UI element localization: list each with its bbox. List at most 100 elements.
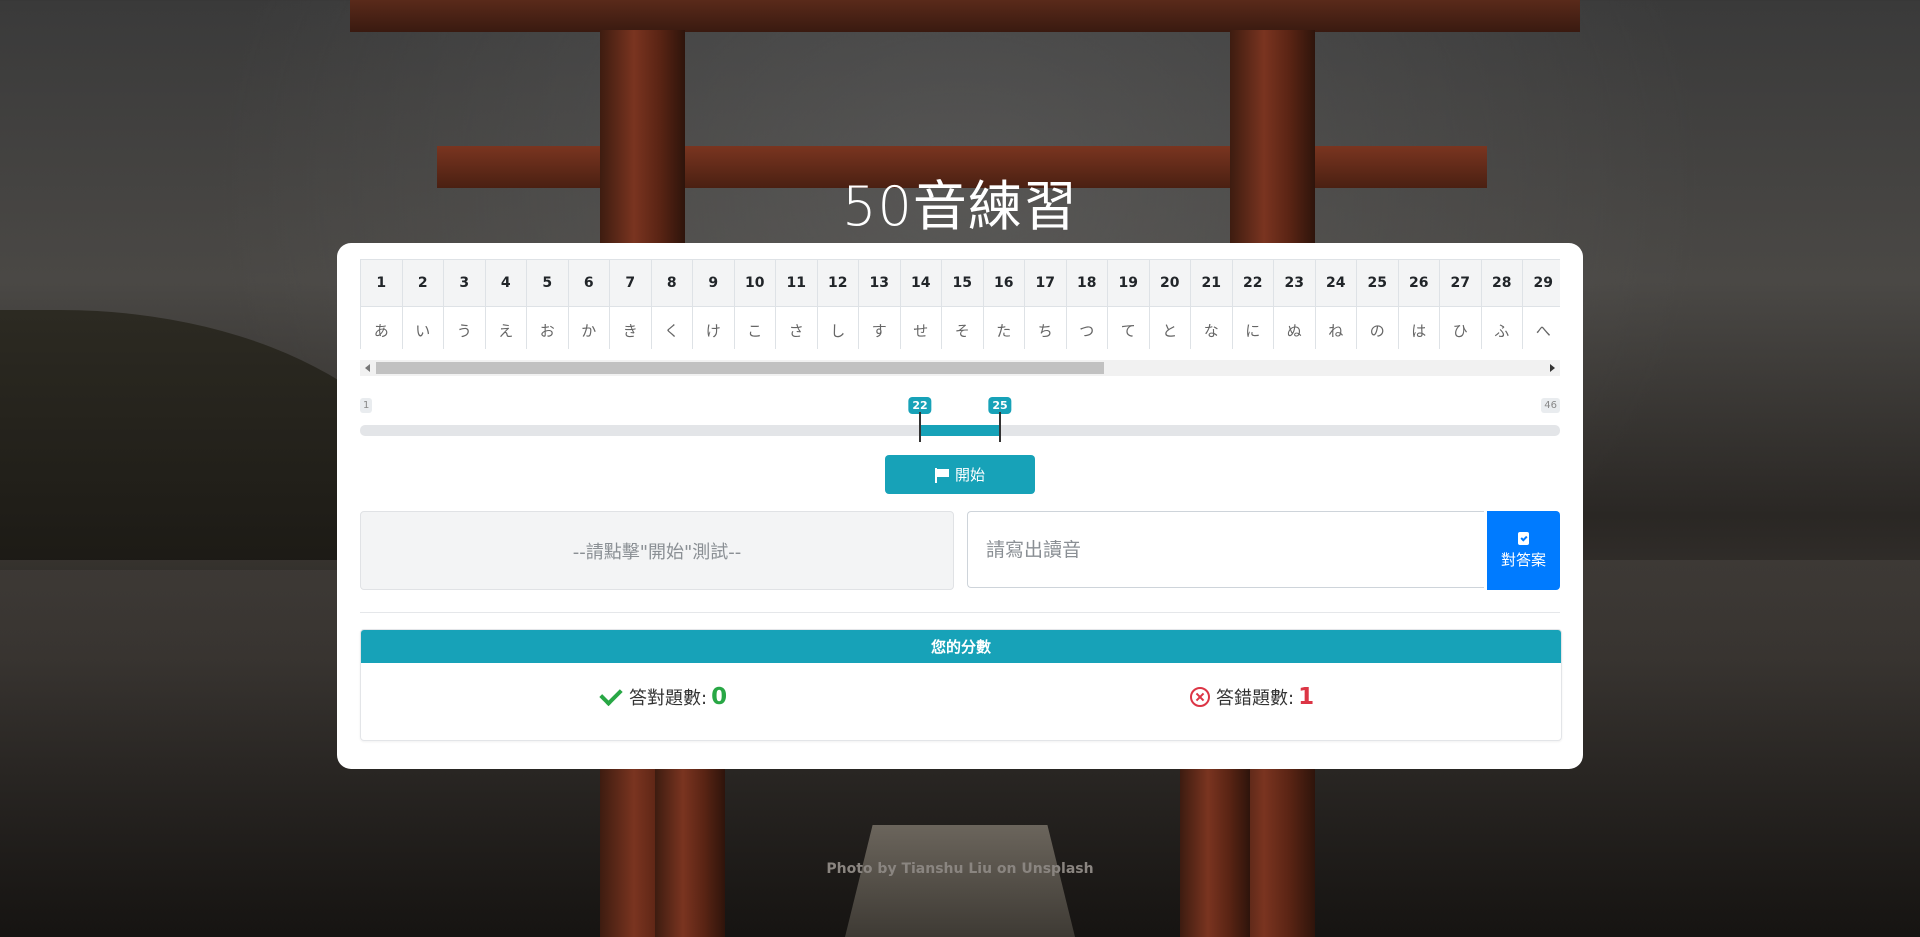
kana-character-cell: さ <box>775 306 818 349</box>
kana-number-cell: 24 <box>1314 259 1357 307</box>
kana-number-cell: 14 <box>899 259 942 307</box>
kana-character-cell: く <box>650 306 693 349</box>
kana-character-cell: て <box>1107 306 1150 349</box>
score-card: 您的分數 答對題數: 0 答錯題數: 1 <box>360 629 1562 741</box>
kana-number-cell: 18 <box>1065 259 1108 307</box>
question-text: --請點擊"開始"測試-- <box>572 541 742 563</box>
kana-character-cell: せ <box>899 306 942 349</box>
kana-number-cell: 22 <box>1231 259 1274 307</box>
kana-character-cell: か <box>567 306 610 349</box>
kana-character-cell: は <box>1397 306 1440 349</box>
kana-character-cell: お <box>526 306 569 349</box>
scrollbar-thumb[interactable] <box>376 362 1104 374</box>
kana-number-cell: 21 <box>1190 259 1233 307</box>
clipboard-check-icon <box>1518 531 1529 545</box>
kana-number-cell: 20 <box>1148 259 1191 307</box>
kana-number-cell: 11 <box>775 259 818 307</box>
kana-number-cell: 3 <box>443 259 486 307</box>
kana-number-row: 1 2 3 4 5 6 7 8 9 10 11 12 13 14 15 16 17 18 19 20 21 22 23 24 2… <box>360 259 1560 307</box>
kana-character-cell: う <box>443 306 486 349</box>
start-button-label: 開始 <box>954 466 985 484</box>
kana-character-cell: た <box>982 306 1025 349</box>
kana-number-cell: 5 <box>526 259 569 307</box>
kana-character-cell: そ <box>941 306 984 349</box>
correct-count-value: 0 <box>711 684 728 710</box>
score-body: 答對題數: 0 答錯題數: 1 <box>361 663 1561 740</box>
kana-number-cell: 15 <box>941 259 984 307</box>
kana-number-cell: 23 <box>1273 259 1316 307</box>
kana-number-cell: 26 <box>1397 259 1440 307</box>
flag-icon <box>934 467 949 483</box>
background-torii-pillar-lower-left <box>655 760 725 937</box>
kana-number-cell: 1 <box>360 259 403 307</box>
kana-character-cell: に <box>1231 306 1274 349</box>
kana-character-cell: つ <box>1065 306 1108 349</box>
kana-character-cell: し <box>816 306 859 349</box>
question-display: --請點擊"開始"測試-- <box>360 511 954 590</box>
kana-character-cell: へ <box>1522 306 1560 349</box>
check-answer-label: 對答案 <box>1500 550 1546 569</box>
range-min-label: 1 <box>360 398 373 413</box>
answer-input[interactable] <box>967 511 1484 588</box>
kana-character-cell: い <box>401 306 444 349</box>
range-to-handle[interactable] <box>999 412 1001 442</box>
kana-character-cell: な <box>1190 306 1233 349</box>
range-max-label: 46 <box>1541 398 1560 413</box>
background-pier <box>845 825 1075 937</box>
kana-number-cell: 13 <box>858 259 901 307</box>
kana-character-cell: の <box>1356 306 1399 349</box>
kana-number-cell: 17 <box>1024 259 1067 307</box>
kana-character-row: あいうえおかきくけこさしすせそたちつてとなにぬねのはひふへ <box>360 306 1560 349</box>
kana-table-container: 1 2 3 4 5 6 7 8 9 10 11 12 13 14 15 16 17 18 19 20 21 22 23 24 2… <box>360 259 1560 349</box>
kana-number-cell: 8 <box>650 259 693 307</box>
scroll-right-arrow-icon[interactable] <box>1550 364 1555 372</box>
kana-number-cell: 4 <box>484 259 527 307</box>
photo-credit: Photo by Tianshu Liu on Unsplash <box>826 861 1094 877</box>
kana-table-scrollbar[interactable] <box>360 360 1560 376</box>
kana-character-cell: こ <box>733 306 776 349</box>
kana-character-cell: と <box>1148 306 1191 349</box>
kana-character-cell: ね <box>1314 306 1357 349</box>
wrong-count-value: 1 <box>1298 684 1315 710</box>
kana-number-cell: 10 <box>733 259 776 307</box>
page-title: 50音練習 <box>842 175 1078 238</box>
scroll-left-arrow-icon[interactable] <box>365 364 370 372</box>
background-torii-top-beam <box>350 0 1580 32</box>
check-answer-button[interactable]: 對答案 <box>1487 511 1560 590</box>
score-header: 您的分數 <box>361 630 1561 663</box>
kana-number-cell: 7 <box>609 259 652 307</box>
kana-character-cell: ふ <box>1480 306 1523 349</box>
kana-character-cell: ひ <box>1439 306 1482 349</box>
kana-table: 1 2 3 4 5 6 7 8 9 10 11 12 13 14 15 16 17 18 19 20 21 22 23 24 2… <box>360 259 1560 349</box>
kana-number-cell: 19 <box>1107 259 1150 307</box>
range-selected-bar[interactable] <box>920 425 1000 436</box>
kana-character-cell: え <box>484 306 527 349</box>
kana-number-cell: 28 <box>1480 259 1523 307</box>
kana-character-cell: ぬ <box>1273 306 1316 349</box>
kana-character-cell: ち <box>1024 306 1067 349</box>
kana-character-cell: き <box>609 306 652 349</box>
range-from-handle[interactable] <box>919 412 921 442</box>
wrong-count: 答錯題數: 1 <box>1190 684 1314 710</box>
kana-number-cell: 12 <box>816 259 859 307</box>
kana-number-cell: 29 <box>1522 259 1560 307</box>
background-torii-pillar-lower-right <box>1180 760 1250 937</box>
correct-count: 答對題數: 0 <box>599 682 728 710</box>
kana-character-cell: す <box>858 306 901 349</box>
kana-number-cell: 25 <box>1356 259 1399 307</box>
kana-number-cell: 6 <box>567 259 610 307</box>
check-icon <box>599 682 623 706</box>
kana-number-cell: 27 <box>1439 259 1482 307</box>
x-circle-icon <box>1190 687 1210 707</box>
kana-number-cell: 9 <box>692 259 735 307</box>
start-button[interactable]: 開始 <box>885 455 1035 494</box>
kana-number-cell: 16 <box>982 259 1025 307</box>
kana-number-cell: 2 <box>401 259 444 307</box>
practice-card: 1 2 3 4 5 6 7 8 9 10 11 12 13 14 15 16 17 18 19 20 21 22 23 24 2… <box>337 243 1583 769</box>
kana-character-cell: け <box>692 306 735 349</box>
divider <box>360 612 1560 613</box>
wrong-count-label: 答錯題數: <box>1216 688 1295 709</box>
correct-count-label: 答對題數: <box>629 688 708 709</box>
kana-range-slider[interactable]: 1 46 22 25 <box>360 397 1560 442</box>
kana-character-cell: あ <box>360 306 403 349</box>
